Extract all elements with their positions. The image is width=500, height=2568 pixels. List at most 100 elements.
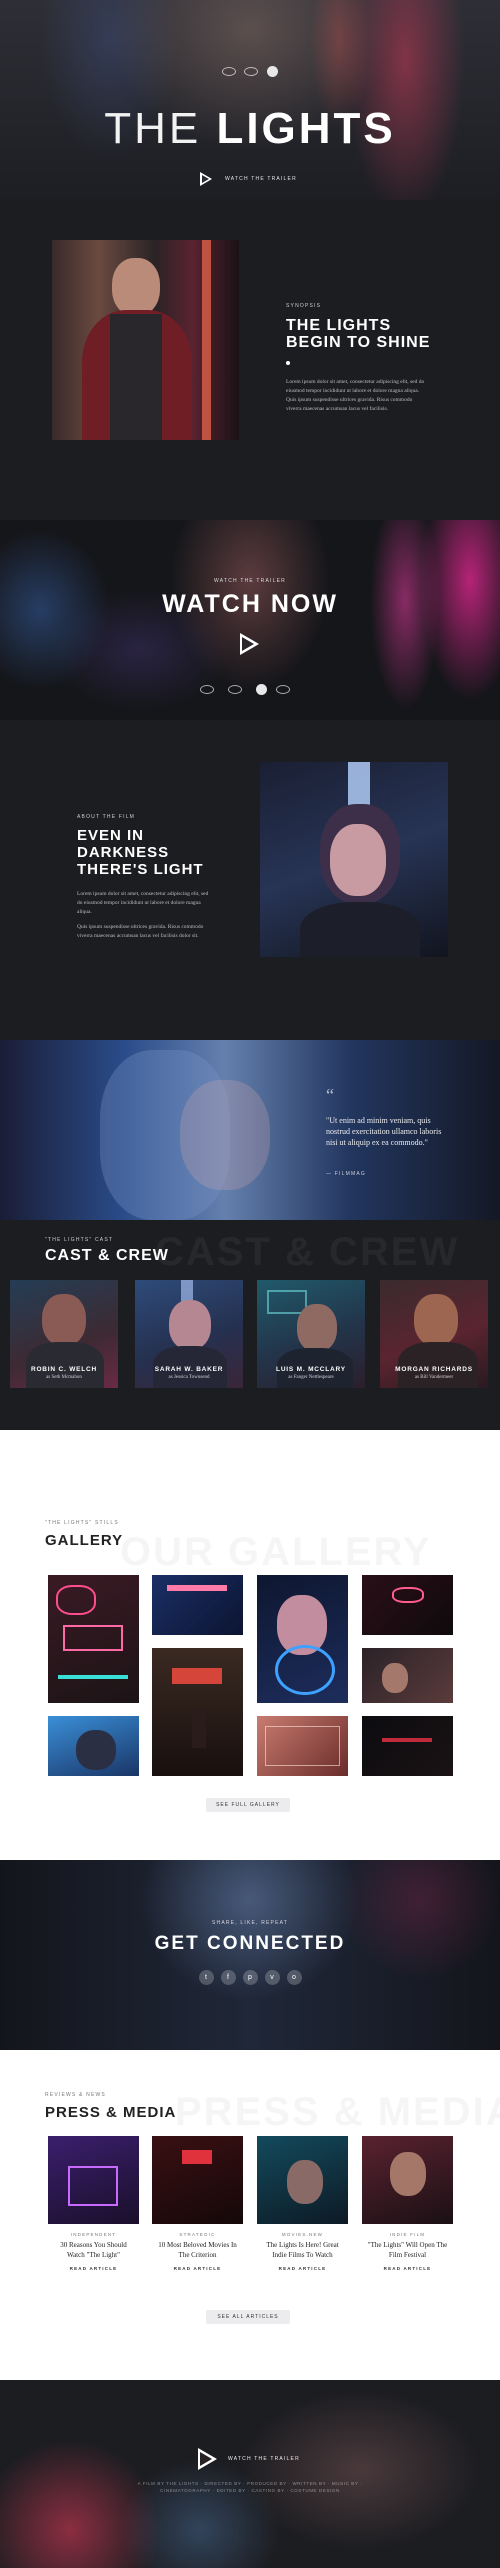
- gallery-kicker: "THE LIGHTS" STILLS: [45, 1520, 119, 1526]
- vimeo-icon[interactable]: v: [264, 1970, 280, 1985]
- about-image: [260, 762, 448, 957]
- quote-text: "Ut enim ad minim veniam, quis nostrud e…: [326, 1116, 442, 1147]
- gallery-image[interactable]: [362, 1648, 453, 1703]
- cast-role: as Fanger Nettlespeare: [288, 1375, 334, 1380]
- synopsis-image: [52, 240, 239, 440]
- twitter-icon[interactable]: t: [198, 1970, 214, 1985]
- press-article-title[interactable]: 30 Reasons You Should Watch "The Light": [52, 2241, 135, 2260]
- hero-background: [0, 0, 500, 200]
- cast-card[interactable]: ROBIN C. WELCH as Seth Mcmahon: [10, 1280, 118, 1388]
- cast-section: CAST & CREW "THE LIGHTS" CAST CAST & CRE…: [0, 1220, 500, 1430]
- gallery-image[interactable]: [152, 1648, 243, 1776]
- laurel-award-icon: [222, 67, 236, 76]
- gallery-image[interactable]: [48, 1575, 139, 1703]
- watch-section: WATCH THE TRAILER WATCH NOW: [0, 520, 500, 720]
- gallery-image[interactable]: [257, 1575, 348, 1703]
- cast-kicker: "THE LIGHTS" CAST: [45, 1237, 114, 1243]
- footer-trailer-label: WATCH THE TRAILER: [228, 2456, 300, 2462]
- press-image[interactable]: [152, 2136, 243, 2224]
- press-section: PRESS & MEDIA REVIEWS & NEWS PRESS & MED…: [0, 2050, 500, 2380]
- press-article-title[interactable]: "The Lights" Will Open The Film Festival: [366, 2241, 449, 2260]
- synopsis-kicker: SYNOPSIS: [286, 303, 322, 309]
- see-all-articles-button[interactable]: SEE ALL ARTICLES: [206, 2310, 290, 2324]
- watch-play-button[interactable]: [240, 633, 260, 655]
- press-source: INDEPENDENT: [70, 2232, 117, 2237]
- cast-ghost-title: CAST & CREW: [155, 1230, 460, 1274]
- gallery-image[interactable]: [48, 1716, 139, 1776]
- press-image[interactable]: [362, 2136, 453, 2224]
- gallery-section: OUR GALLERY "THE LIGHTS" STILLS GALLERY …: [0, 1430, 500, 1860]
- press-kicker: REVIEWS & NEWS: [45, 2092, 106, 2098]
- cast-name: ROBIN C. WELCH: [30, 1366, 98, 1373]
- laurel-award-icon: [244, 67, 258, 76]
- about-title-line1: EVEN IN: [77, 827, 145, 844]
- press-image[interactable]: [257, 2136, 348, 2224]
- synopsis-body: Lorem ipsum dolor sit amet, consectetur …: [286, 379, 425, 412]
- see-full-gallery-button[interactable]: SEE FULL GALLERY: [206, 1798, 290, 1812]
- facebook-icon[interactable]: f: [220, 1970, 236, 1985]
- press-article-title[interactable]: 10 Most Beloved Movies In The Criterion: [156, 2241, 239, 2260]
- watch-title: WATCH NOW: [162, 590, 338, 618]
- pinterest-icon[interactable]: p: [242, 1970, 258, 1985]
- press-title: PRESS & MEDIA: [45, 2104, 177, 2121]
- cast-role: as Seth Mcmahon: [46, 1375, 82, 1380]
- about-section: ABOUT THE FILM EVEN IN DARKNESS THERE'S …: [0, 720, 500, 1040]
- gallery-image[interactable]: [152, 1575, 243, 1635]
- festival-badge-icon: [256, 684, 267, 695]
- cast-card[interactable]: MORGAN RICHARDS as Bill Vandermeer: [380, 1280, 488, 1388]
- about-body-1: Lorem ipsum dolor sit amet, consectetur …: [77, 891, 209, 915]
- footer-background: [0, 2380, 500, 2568]
- hero-title: THE LIGHTS: [0, 103, 500, 155]
- cast-title: CAST & CREW: [45, 1247, 169, 1264]
- synopsis-title-line1: THE LIGHTS: [286, 317, 392, 334]
- about-title-line3: THERE'S LIGHT: [77, 861, 204, 878]
- cast-role: as Bill Vandermeer: [414, 1375, 454, 1380]
- press-source: INDIE FILM: [389, 2232, 426, 2237]
- hero-section: THE LIGHTS WATCH THE TRAILER: [0, 0, 500, 200]
- connect-section: SHARE, LIKE, REPEAT GET CONNECTED tfpvo: [0, 1860, 500, 2050]
- cast-name: LUIS M. MCCLARY: [276, 1366, 346, 1373]
- cast-card[interactable]: SARAH W. BAKER as Jessica Townsend: [135, 1280, 243, 1388]
- laurel-award-icon: [228, 685, 242, 694]
- laurel-award-icon: [200, 685, 214, 694]
- about-body-2: Quis ipsum suspendisse ultrices gravida.…: [77, 924, 204, 939]
- cast-role: as Jessica Townsend: [168, 1375, 210, 1380]
- gallery-image[interactable]: [257, 1716, 348, 1776]
- synopsis-divider: [286, 361, 290, 365]
- instagram-icon[interactable]: o: [286, 1970, 302, 1985]
- cast-name: MORGAN RICHARDS: [395, 1366, 473, 1373]
- connect-kicker: SHARE, LIKE, REPEAT: [211, 1920, 289, 1926]
- press-article-title[interactable]: The Lights Is Here! Great Indie Films To…: [261, 2241, 344, 2260]
- hero-trailer-button[interactable]: WATCH THE TRAILER: [200, 172, 300, 186]
- gallery-title: GALLERY: [45, 1532, 124, 1549]
- connect-title: GET CONNECTED: [154, 1933, 346, 1954]
- hero-trailer-label: WATCH THE TRAILER: [225, 176, 297, 182]
- gallery-ghost-title: OUR GALLERY: [120, 1530, 432, 1575]
- read-article-link[interactable]: READ ARTICLE: [152, 2266, 243, 2271]
- press-source: MOVIES.NEW: [281, 2232, 324, 2237]
- press-image[interactable]: [48, 2136, 139, 2224]
- footer-section: WATCH THE TRAILER A FILM BY THE LIGHTS ·…: [0, 2380, 500, 2568]
- quote-source: — FILMMAG: [326, 1171, 366, 1177]
- connect-background: [0, 1860, 500, 2050]
- read-article-link[interactable]: READ ARTICLE: [48, 2266, 139, 2271]
- press-ghost-title: PRESS & MEDIA: [175, 2090, 500, 2135]
- footer-credits: A FILM BY THE LIGHTS · DIRECTED BY · PRO…: [137, 2481, 363, 2493]
- gallery-image[interactable]: [362, 1575, 453, 1635]
- quote-mark-icon: “: [326, 1085, 334, 1105]
- footer-trailer-button[interactable]: WATCH THE TRAILER: [198, 2448, 308, 2470]
- about-title-line2: DARKNESS: [77, 844, 170, 861]
- press-source: STRATEGIC: [179, 2232, 216, 2237]
- watch-background: [0, 520, 500, 720]
- cast-card[interactable]: LUIS M. MCCLARY as Fanger Nettlespeare: [257, 1280, 365, 1388]
- hero-title-bold: LIGHTS: [216, 104, 396, 153]
- watch-kicker: WATCH THE TRAILER: [214, 578, 286, 584]
- synopsis-section: SYNOPSIS THE LIGHTS BEGIN TO SHINE Lorem…: [0, 200, 500, 520]
- hero-title-thin: THE: [104, 104, 202, 153]
- read-article-link[interactable]: READ ARTICLE: [362, 2266, 453, 2271]
- gallery-image[interactable]: [362, 1716, 453, 1776]
- cast-name: SARAH W. BAKER: [154, 1366, 224, 1373]
- festival-badge-icon: [267, 66, 278, 77]
- about-kicker: ABOUT THE FILM: [77, 814, 136, 820]
- read-article-link[interactable]: READ ARTICLE: [257, 2266, 348, 2271]
